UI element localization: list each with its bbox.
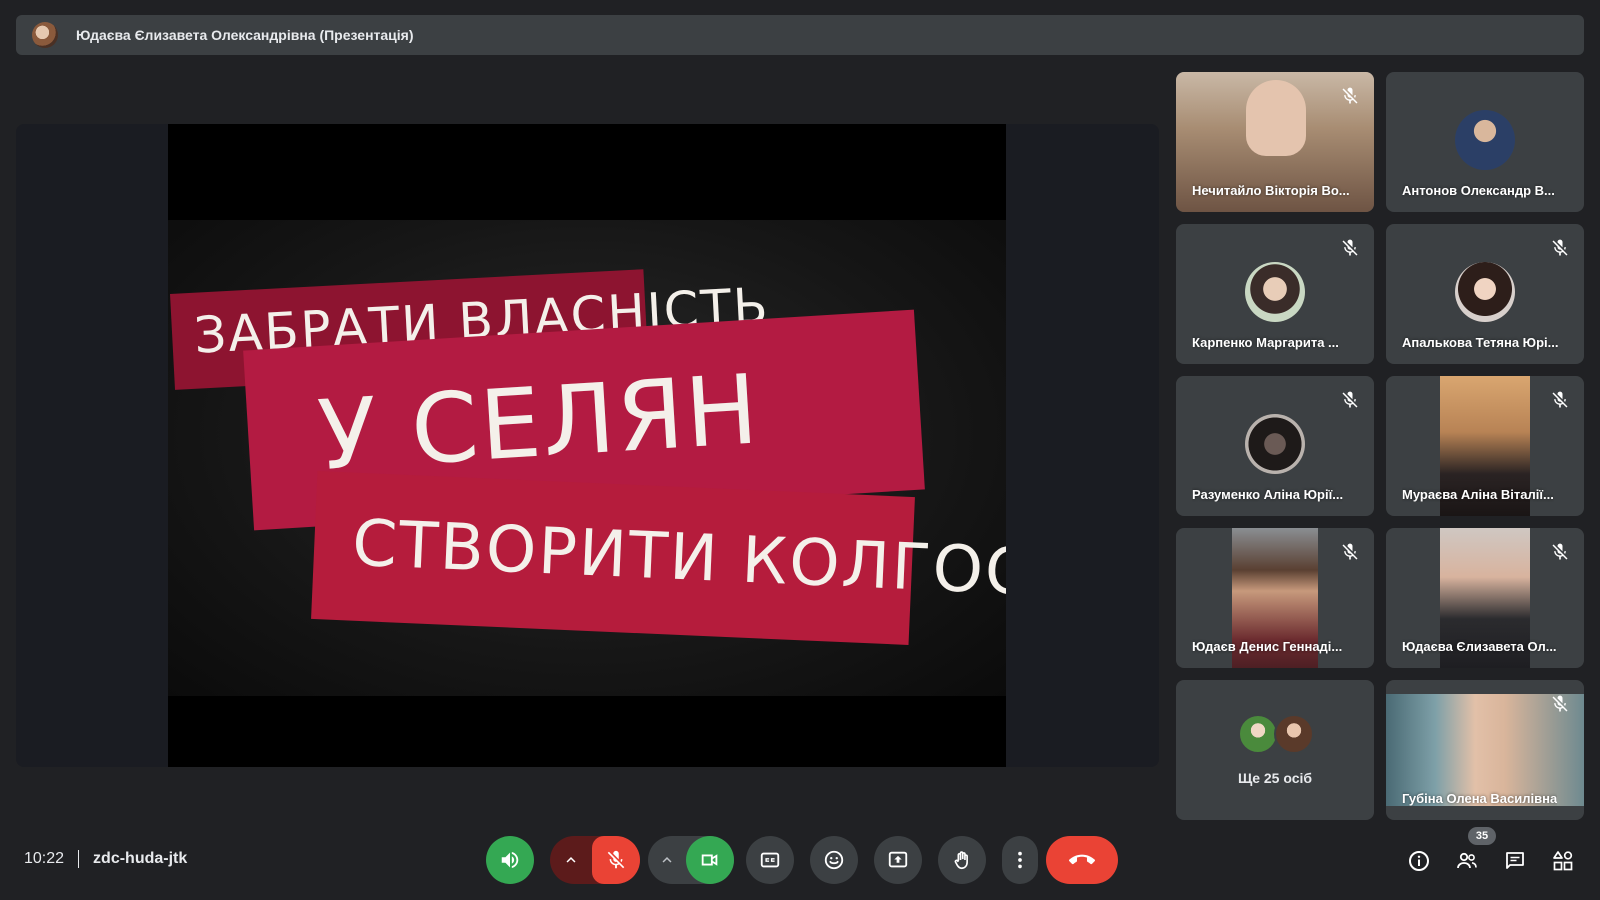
participant-name: Нечитайло Вікторія Во... — [1192, 183, 1350, 198]
more-participants-tile[interactable]: Ще 25 осіб — [1176, 680, 1374, 820]
mic-off-icon — [1552, 239, 1568, 256]
participant-tile[interactable]: Разуменко Аліна Юрії... — [1176, 376, 1374, 516]
activities-button[interactable] — [1550, 848, 1576, 874]
emoji-icon — [824, 850, 844, 870]
camera-options-button[interactable] — [648, 836, 686, 884]
speaker-icon — [501, 851, 519, 869]
participant-tile[interactable]: Юдаєв Денис Геннаді... — [1176, 528, 1374, 668]
mic-off-icon — [1342, 391, 1358, 408]
info-icon — [1409, 851, 1429, 871]
chevron-up-icon — [566, 857, 576, 863]
reactions-button[interactable] — [810, 836, 858, 884]
speaker-button[interactable] — [486, 836, 534, 884]
mic-off-icon — [607, 850, 625, 869]
mic-off-icon — [1552, 543, 1568, 560]
presentation-slide: ЗАБРАТИ ВЛАСНІСТЬ У СЕЛЯН СТВОРИТИ КОЛГО… — [168, 124, 1006, 767]
captions-button[interactable] — [746, 836, 794, 884]
presenter-avatar — [32, 22, 58, 48]
more-vert-icon — [1018, 851, 1022, 869]
participant-tile[interactable]: Губіна Олена Василівна — [1386, 680, 1584, 820]
slide-banner-3: СТВОРИТИ КОЛГОСПИ — [311, 471, 1006, 645]
meeting-code[interactable]: zdc-huda-jtk — [93, 850, 187, 868]
participant-tile[interactable]: Карпенко Маргарита ... — [1176, 224, 1374, 364]
people-icon — [1457, 852, 1477, 869]
more-options-button[interactable] — [1002, 836, 1038, 884]
participant-tile[interactable]: Нечитайло Вікторія Во... — [1176, 72, 1374, 212]
chat-button[interactable] — [1502, 848, 1528, 874]
call-end-icon — [1069, 854, 1095, 865]
present-screen-button[interactable] — [874, 836, 922, 884]
mic-off-icon — [1342, 543, 1358, 560]
people-count-badge: 35 — [1468, 827, 1496, 845]
camera-toggle-button[interactable] — [686, 836, 734, 884]
mic-control-group — [550, 836, 640, 884]
avatar — [1238, 714, 1278, 754]
participant-avatar — [1455, 262, 1515, 322]
participant-name: Карпенко Маргарита ... — [1192, 335, 1339, 350]
participant-name: Разуменко Аліна Юрії... — [1192, 487, 1344, 502]
mic-options-button[interactable] — [550, 836, 592, 884]
leave-call-button[interactable] — [1046, 836, 1118, 884]
participant-avatar — [1245, 262, 1305, 322]
people-button[interactable] — [1454, 848, 1480, 874]
presenter-bar: Юдаєва Єлизавета Олександрівна (Презента… — [16, 15, 1584, 55]
participant-name: Антонов Олександр В... — [1402, 183, 1555, 198]
videocam-icon — [701, 854, 718, 866]
raise-hand-button[interactable] — [938, 836, 986, 884]
slide-content: ЗАБРАТИ ВЛАСНІСТЬ У СЕЛЯН СТВОРИТИ КОЛГО… — [168, 220, 1006, 696]
participant-video-face — [1246, 80, 1306, 156]
captions-icon — [760, 852, 780, 868]
meeting-time: 10:22 — [24, 850, 65, 867]
more-participants-label: Ще 25 осіб — [1237, 770, 1313, 786]
participant-tile[interactable]: Апалькова Тетяна Юрі... — [1386, 224, 1584, 364]
mic-toggle-button[interactable] — [592, 836, 640, 884]
divider — [78, 850, 80, 868]
participant-avatar — [1245, 414, 1305, 474]
participant-name: Юдаєв Денис Геннаді... — [1192, 639, 1343, 654]
mic-off-icon — [1552, 391, 1568, 408]
chat-icon — [1506, 852, 1524, 869]
present-icon — [888, 851, 908, 868]
mic-off-icon — [1342, 239, 1358, 256]
participant-tile[interactable]: Антонов Олександр В... — [1386, 72, 1584, 212]
avatar — [1274, 714, 1314, 754]
more-participants-avatars — [1238, 714, 1318, 754]
presentation-stage: ЗАБРАТИ ВЛАСНІСТЬ У СЕЛЯН СТВОРИТИ КОЛГО… — [16, 124, 1159, 767]
participant-tile[interactable]: Мураєва Аліна Віталії... — [1386, 376, 1584, 516]
mic-off-icon — [1342, 87, 1358, 104]
participant-tile[interactable]: Юдаєва Єлизавета Ол... — [1386, 528, 1584, 668]
participant-name: Апалькова Тетяна Юрі... — [1402, 335, 1559, 350]
participant-name: Мураєва Аліна Віталії... — [1402, 487, 1554, 502]
activities-icon — [1553, 851, 1573, 871]
slide-text-3: СТВОРИТИ КОЛГОСПИ — [350, 506, 1006, 615]
mic-off-icon — [1552, 695, 1568, 712]
camera-control-group — [648, 836, 734, 884]
meeting-details-button[interactable] — [1406, 848, 1432, 874]
slide-text-2: У СЕЛЯН — [315, 353, 763, 493]
participant-avatar — [1455, 110, 1515, 170]
chevron-up-icon — [662, 857, 672, 863]
presenter-name: Юдаєва Єлизавета Олександрівна (Презента… — [76, 27, 414, 43]
meeting-info: 10:22 zdc-huda-jtk — [24, 850, 187, 868]
participant-name: Юдаєва Єлизавета Ол... — [1402, 639, 1557, 654]
hand-icon — [954, 851, 968, 870]
participant-name: Губіна Олена Василівна — [1402, 791, 1558, 806]
